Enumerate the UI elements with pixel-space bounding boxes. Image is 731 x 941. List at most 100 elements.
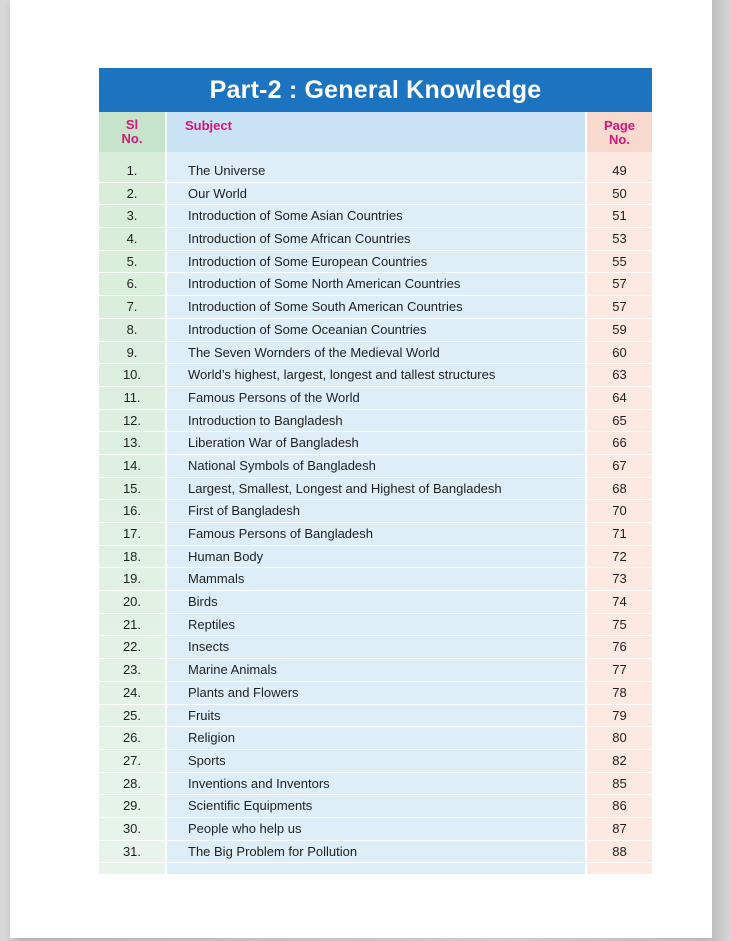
row-number: 12. xyxy=(122,412,142,428)
row-number: 14. xyxy=(122,457,142,473)
row-subject: Religion xyxy=(188,730,235,746)
row-page-number: 70 xyxy=(612,503,627,519)
row-subject: The Universe xyxy=(188,163,266,178)
table-row: 18. Human Body 72 xyxy=(99,546,652,569)
row-page-number: 65 xyxy=(612,412,627,428)
row-subject: The Seven Wornders of the Medieval World xyxy=(188,344,440,360)
row-page-number: 72 xyxy=(612,548,627,564)
row-page-number: 64 xyxy=(612,389,627,405)
row-page-number: 71 xyxy=(612,526,627,541)
table-row: 29. Scientific Equipments 86 xyxy=(99,795,652,818)
row-page-number: 49 xyxy=(612,163,627,178)
table-row: 6. Introduction of Some North American Co… xyxy=(99,273,652,297)
row-subject: The Big Problem for Pollution xyxy=(188,843,358,859)
row-subject: Fruits xyxy=(188,707,221,723)
table-of-contents: Part-2 : General Knowledge Sl No. Subjec… xyxy=(99,68,652,874)
table-row: 19. Mammals 73 xyxy=(99,568,652,592)
row-subject: Introduction of Some Asian Countries xyxy=(188,208,403,224)
table-row: 31. The Big Problem for Pollution 88 xyxy=(99,841,652,864)
toc-rows: 1. The Universe 49 2. Our World 50 3. Introduct… xyxy=(99,160,652,864)
row-page-number: 66 xyxy=(612,435,627,451)
table-row: 5. Introduction of Some European Countrie… xyxy=(99,251,652,274)
row-page-number: 85 xyxy=(612,775,627,791)
row-subject: Birds xyxy=(188,594,218,610)
table-row: 26. Religion 80 xyxy=(99,727,652,750)
row-number: 24. xyxy=(122,684,142,700)
row-subject: Famous Persons of Bangladesh xyxy=(188,526,373,541)
row-page-number: 50 xyxy=(612,185,627,201)
row-number: 2. xyxy=(126,185,138,201)
header-sl-label: Sl No. xyxy=(121,117,143,146)
table-row: 7. Introduction of Some South American Co… xyxy=(99,296,652,319)
row-number: 30. xyxy=(122,820,142,836)
table-row: 28. Inventions and Inventors 85 xyxy=(99,773,652,796)
row-number: 6. xyxy=(126,276,138,292)
table-row: 4. Introduction of Some African Countries… xyxy=(99,228,652,251)
table-row: 16. First of Bangladesh 70 xyxy=(99,500,652,523)
table-row: 10. World’s highest, largest, longest and… xyxy=(99,364,652,387)
row-page-number: 77 xyxy=(612,662,627,678)
row-page-number: 82 xyxy=(612,752,627,768)
row-page-number: 57 xyxy=(612,299,627,315)
table-row: 23. Marine Animals 77 xyxy=(99,659,652,682)
row-number: 19. xyxy=(122,571,142,587)
row-page-number: 73 xyxy=(612,571,627,587)
row-number: 3. xyxy=(126,208,138,224)
row-number: 13. xyxy=(122,435,142,451)
row-number: 23. xyxy=(122,662,142,678)
header-page-label: Page No. xyxy=(603,118,636,147)
row-number: 5. xyxy=(126,253,138,269)
row-number: 4. xyxy=(126,231,138,247)
row-page-number: 59 xyxy=(612,321,627,337)
row-page-number: 76 xyxy=(612,639,627,655)
row-number: 31. xyxy=(122,843,142,859)
row-number: 18. xyxy=(122,548,142,564)
row-subject: Scientific Equipments xyxy=(188,798,313,814)
row-subject: Insects xyxy=(188,639,230,655)
row-number: 28. xyxy=(122,775,142,791)
row-number: 22. xyxy=(122,639,142,655)
table-row: 21. Reptiles 75 xyxy=(99,614,652,637)
row-number: 8. xyxy=(126,321,138,337)
row-subject: Marine Animals xyxy=(188,662,277,678)
row-number: 1. xyxy=(126,163,138,178)
row-subject: National Symbols of Bangladesh xyxy=(188,457,376,473)
row-number: 29. xyxy=(122,798,142,814)
row-subject: Plants and Flowers xyxy=(188,684,299,700)
row-number: 11. xyxy=(123,389,141,405)
row-page-number: 78 xyxy=(612,684,627,700)
table-row: 25. Fruits 79 xyxy=(99,705,652,728)
row-subject: Liberation War of Bangladesh xyxy=(188,435,359,451)
row-subject: Introduction of Some African Countries xyxy=(188,231,411,247)
table-row: 11. Famous Persons of the World 64 xyxy=(99,387,652,410)
table-row: 27. Sports 82 xyxy=(99,750,652,773)
table-row: 14. National Symbols of Bangladesh 67 xyxy=(99,455,652,478)
row-subject: People who help us xyxy=(188,820,302,836)
row-number: 10. xyxy=(122,367,142,383)
row-page-number: 88 xyxy=(612,843,627,859)
header-sl-no: Sl No. xyxy=(99,112,165,152)
row-page-number: 57 xyxy=(612,276,627,292)
row-number: 21. xyxy=(122,616,142,632)
row-page-number: 60 xyxy=(612,344,627,360)
row-number: 15. xyxy=(122,480,142,496)
table-row: 13. Liberation War of Bangladesh 66 xyxy=(99,432,652,455)
row-page-number: 63 xyxy=(612,367,627,383)
table-row: 9. The Seven Wornders of the Medieval Wor… xyxy=(99,342,652,365)
row-subject: Introduction of Some European Countries xyxy=(188,253,428,269)
row-number: 20. xyxy=(122,594,142,610)
table-row: 1. The Universe 49 xyxy=(99,160,652,183)
row-number: 7. xyxy=(126,299,138,315)
row-page-number: 80 xyxy=(612,730,627,746)
row-subject: Sports xyxy=(188,752,226,768)
row-page-number: 68 xyxy=(612,480,627,496)
row-page-number: 86 xyxy=(612,798,627,814)
row-subject: Introduction of Some North American Coun… xyxy=(188,276,461,292)
row-page-number: 67 xyxy=(612,457,627,473)
row-number: 26. xyxy=(122,730,142,746)
table-row: 20. Birds 74 xyxy=(99,591,652,614)
table-row: 2. Our World 50 xyxy=(99,183,652,206)
table-row: 12. Introduction to Bangladesh 65 xyxy=(99,410,652,433)
row-number: 27. xyxy=(122,752,142,768)
row-number: 16. xyxy=(122,503,142,519)
